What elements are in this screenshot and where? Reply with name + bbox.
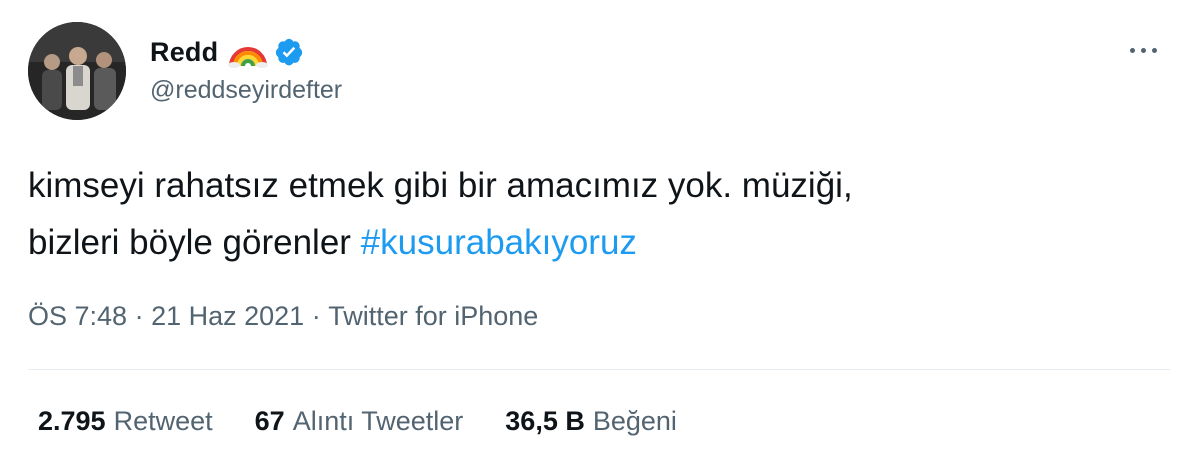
stat-value: 67 bbox=[254, 406, 285, 436]
stat-label: Retweet bbox=[113, 406, 213, 436]
more-options-button[interactable] bbox=[1130, 40, 1170, 60]
likes-stat[interactable]: 36,5 B Beğeni bbox=[505, 406, 677, 437]
more-horizontal-icon bbox=[1141, 47, 1146, 53]
stat-value: 2.795 bbox=[38, 406, 106, 436]
hashtag-link[interactable]: #kusurabakıyoruz bbox=[361, 223, 637, 262]
stat-label: Beğeni bbox=[592, 406, 677, 436]
tweet-text-line: kimseyi rahatsız etmek gibi bir amacımız… bbox=[28, 166, 853, 205]
tweet-stats: 2.795 Retweet 67 Alıntı Tweetler 36,5 B Beğ… bbox=[38, 406, 719, 437]
retweets-stat[interactable]: 2.795 Retweet bbox=[38, 406, 213, 437]
meta-separator: · bbox=[304, 301, 329, 331]
meta-separator: · bbox=[127, 301, 152, 331]
stat-label: Alıntı Tweetler bbox=[292, 406, 464, 436]
avatar-photo bbox=[28, 22, 126, 120]
tweet-text-segment: bizleri böyle görenler bbox=[28, 223, 361, 262]
tweet-source[interactable]: Twitter for iPhone bbox=[328, 301, 538, 332]
divider bbox=[28, 369, 1170, 370]
tweet-date[interactable]: 21 Haz 2021 bbox=[151, 301, 304, 332]
stat-value: 36,5 B bbox=[505, 406, 585, 436]
more-horizontal-icon bbox=[1130, 47, 1135, 53]
author-name-row: Redd bbox=[150, 32, 304, 72]
avatar[interactable] bbox=[28, 22, 126, 120]
rainbow-emoji-icon bbox=[228, 36, 269, 68]
tweet-text-line: bizleri böyle görenler #kusurabakıyoruz bbox=[28, 214, 1178, 271]
more-horizontal-icon bbox=[1152, 47, 1157, 53]
author-handle[interactable]: @reddseyirdefter bbox=[150, 76, 342, 105]
tweet-text: kimseyi rahatsız etmek gibi bir amacımız… bbox=[28, 157, 1178, 271]
tweet-meta: ÖS 7:48 · 21 Haz 2021 · Twitter for iPho… bbox=[28, 301, 538, 332]
verified-badge-icon bbox=[274, 37, 304, 67]
author-name[interactable]: Redd bbox=[150, 37, 218, 68]
quote-tweets-stat[interactable]: 67 Alıntı Tweetler bbox=[255, 406, 464, 437]
tweet-time[interactable]: ÖS 7:48 bbox=[28, 301, 127, 332]
